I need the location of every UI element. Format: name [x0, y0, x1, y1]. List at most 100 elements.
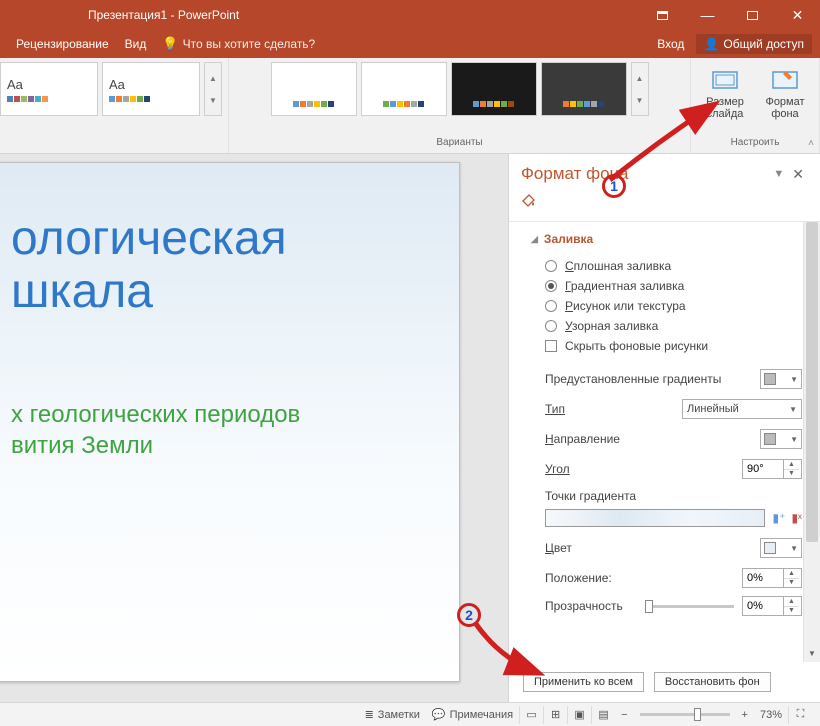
pane-title: Формат фона — [521, 164, 628, 184]
spin-down-icon[interactable]: ▼ — [784, 607, 799, 616]
theme-thumb[interactable]: Aa — [0, 62, 98, 116]
format-background-label: Формат фона — [759, 96, 811, 120]
transparency-spinner[interactable]: ▲▼ — [742, 596, 802, 616]
zoom-level[interactable]: 73% — [754, 709, 788, 721]
variants-more-button[interactable]: ▲▼ — [631, 62, 649, 116]
ribbon-display-icon[interactable] — [640, 0, 685, 30]
fill-gradient-radio[interactable]: Градиентная заливка — [531, 276, 802, 296]
share-button[interactable]: 👤 Общий доступ — [696, 34, 812, 54]
pane-scrollbar[interactable]: ▲ ▼ — [803, 222, 820, 662]
theme-aa: Aa — [7, 77, 91, 92]
slide-title[interactable]: ологическая шкала — [11, 213, 439, 319]
variants-group: ▲▼ Варианты — [229, 58, 691, 153]
tab-review[interactable]: Рецензирование — [8, 30, 117, 58]
normal-view-icon[interactable]: ▭ — [519, 706, 543, 724]
share-label: Общий доступ — [723, 37, 804, 51]
format-background-pane: Формат фона ▼ ✕ ◢ Заливка Сплошная залив… — [508, 154, 820, 702]
pane-footer: Применить ко всем Восстановить фон — [509, 662, 820, 702]
radio-label: Сплошная заливка — [565, 259, 671, 273]
themes-more-button[interactable]: ▲▼ — [204, 62, 222, 116]
angle-input[interactable] — [743, 463, 783, 475]
gradient-track[interactable] — [545, 509, 765, 527]
pane-tab-icons — [509, 190, 820, 222]
slide-subtitle[interactable]: х геологических периодов вития Земли — [11, 399, 439, 461]
signin-link[interactable]: Вход — [649, 37, 692, 51]
fill-tab-icon[interactable] — [521, 192, 537, 208]
share-icon: 👤 — [704, 37, 719, 51]
hide-bg-checkbox[interactable]: Скрыть фоновые рисунки — [531, 336, 802, 356]
fill-section-header[interactable]: ◢ Заливка — [531, 232, 802, 246]
spin-down-icon[interactable]: ▼ — [784, 470, 799, 479]
slide[interactable]: ологическая шкала х геологических период… — [0, 162, 460, 682]
notes-icon: ≣ — [365, 708, 374, 721]
variant-thumb[interactable] — [361, 62, 447, 116]
pane-close-icon[interactable]: ✕ — [788, 166, 808, 183]
notes-label: Заметки — [378, 709, 420, 721]
zoom-in-icon[interactable]: + — [736, 709, 754, 721]
transparency-input[interactable] — [743, 600, 783, 612]
fill-picture-radio[interactable]: Рисунок или текстура — [531, 296, 802, 316]
radio-label: Градиентная заливка — [565, 279, 684, 293]
preset-gradients-row: Предустановленные градиенты ▼ — [531, 364, 802, 394]
slide-canvas-area: ологическая шкала х геологических период… — [0, 154, 508, 702]
sorter-view-icon[interactable]: ⊞ — [543, 706, 567, 724]
fit-to-window-icon[interactable]: ⛶ — [788, 706, 812, 724]
gradient-direction-row: Направление ▼ — [531, 424, 802, 454]
slideshow-view-icon[interactable]: ▤ — [591, 706, 615, 724]
group-label: Настроить — [731, 137, 780, 151]
angle-spinner[interactable]: ▲▼ — [742, 459, 802, 479]
field-label: Предустановленные градиенты — [545, 372, 752, 386]
transparency-slider[interactable] — [645, 605, 734, 608]
pane-options-icon[interactable]: ▼ — [769, 168, 788, 180]
slide-title-line: шкала — [11, 265, 153, 318]
scroll-down-icon[interactable]: ▼ — [804, 645, 820, 662]
fill-section-label: Заливка — [544, 232, 593, 246]
position-spinner[interactable]: ▲▼ — [742, 568, 802, 588]
gradient-type-combo[interactable]: Линейный▼ — [682, 399, 802, 419]
pane-header: Формат фона ▼ ✕ — [509, 154, 820, 190]
spin-up-icon[interactable]: ▲ — [784, 569, 799, 579]
add-stop-icon[interactable]: ▮⁺ — [773, 511, 786, 525]
remove-stop-icon[interactable]: ▮ˣ — [791, 511, 802, 525]
format-background-button[interactable]: Формат фона — [757, 62, 813, 124]
collapse-ribbon-icon[interactable]: ˄ — [808, 138, 814, 149]
fill-solid-radio[interactable]: Сплошная заливка — [531, 256, 802, 276]
zoom-out-icon[interactable]: − — [615, 709, 633, 721]
spin-up-icon[interactable]: ▲ — [784, 597, 799, 607]
check-label: Скрыть фоновые рисунки — [565, 339, 708, 353]
position-input[interactable] — [743, 572, 783, 584]
work-area: ологическая шкала х геологических период… — [0, 154, 820, 702]
title-bar: Презентация1 - PowerPoint — ✕ — [0, 0, 820, 30]
comments-icon: 💬 — [432, 708, 446, 721]
theme-thumb[interactable]: Aa — [102, 62, 200, 116]
comments-button[interactable]: 💬Примечания — [426, 708, 519, 721]
field-label: Направление — [545, 432, 752, 446]
notes-button[interactable]: ≣ Заметки — [359, 708, 426, 721]
reading-view-icon[interactable]: ▣ — [567, 706, 591, 724]
variant-thumb[interactable] — [451, 62, 537, 116]
gradient-stops-label-row: Точки градиента — [531, 484, 802, 503]
group-label: Варианты — [436, 137, 482, 151]
zoom-slider[interactable] — [640, 713, 730, 716]
theme-aa: Aa — [109, 77, 193, 92]
preset-gradients-picker[interactable]: ▼ — [760, 369, 802, 389]
window-controls: — ✕ — [640, 0, 820, 30]
apply-to-all-button[interactable]: Применить ко всем — [523, 672, 644, 692]
gradient-direction-picker[interactable]: ▼ — [760, 429, 802, 449]
slide-size-button[interactable]: Размер слайда — [697, 62, 753, 124]
tab-view[interactable]: Вид — [117, 30, 155, 58]
scroll-thumb[interactable] — [806, 222, 818, 542]
restore-icon[interactable] — [730, 0, 775, 30]
gradient-color-picker[interactable]: ▼ — [760, 538, 802, 558]
tell-me-search[interactable]: 💡 Что вы хотите сделать? — [162, 36, 315, 52]
fill-pattern-radio[interactable]: Узорная заливка — [531, 316, 802, 336]
close-icon[interactable]: ✕ — [775, 0, 820, 30]
variant-thumb[interactable] — [541, 62, 627, 116]
spin-down-icon[interactable]: ▼ — [784, 579, 799, 588]
reset-background-button[interactable]: Восстановить фон — [654, 672, 771, 692]
gradient-stops-slider[interactable]: ▮⁺ ▮ˣ — [545, 507, 802, 529]
variant-thumb[interactable] — [271, 62, 357, 116]
spin-up-icon[interactable]: ▲ — [784, 460, 799, 470]
field-label: Положение: — [545, 571, 734, 585]
minimize-icon[interactable]: — — [685, 0, 730, 30]
